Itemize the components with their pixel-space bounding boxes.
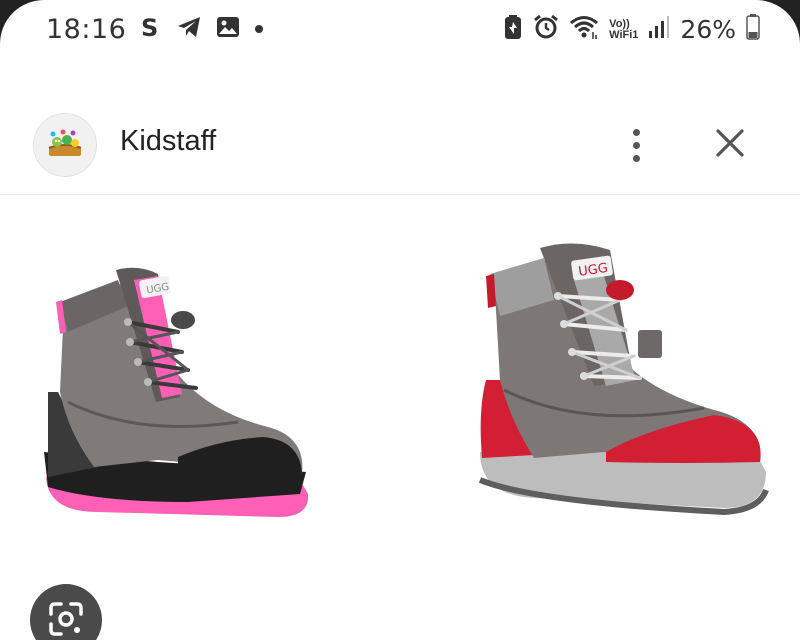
status-right: Vo)) WiFi1 26% xyxy=(503,14,760,45)
vowifi-icon: Vo)) WiFi1 xyxy=(609,17,639,41)
alarm-icon xyxy=(533,14,559,45)
close-button[interactable] xyxy=(706,119,754,167)
status-left: 18:16 S xyxy=(46,14,264,45)
product-image[interactable]: UGG UGG xyxy=(0,196,800,640)
more-options-button[interactable] xyxy=(618,121,654,169)
signal-icon xyxy=(648,15,670,44)
boot-right-red: UGG xyxy=(478,243,769,516)
vowifi-top-label: Vo)) xyxy=(609,17,630,30)
battery-percent: 26% xyxy=(680,15,736,44)
close-icon xyxy=(716,129,744,157)
boot-left-pink: UGG xyxy=(44,267,309,517)
app-title: Kidstaff xyxy=(120,125,217,157)
wifi-icon xyxy=(569,14,599,45)
clock: 18:16 xyxy=(46,14,127,45)
vowifi-bottom-label: WiFi1 xyxy=(609,28,639,41)
app-logo[interactable] xyxy=(33,113,97,177)
more-vert-icon xyxy=(632,128,640,136)
gallery-icon xyxy=(216,15,240,44)
more-vert-icon-dot xyxy=(632,141,640,149)
status-bar: 18:16 S Vo)) WiFi1 26% xyxy=(0,0,800,62)
battery-icon xyxy=(746,14,760,45)
telegram-icon xyxy=(176,15,202,44)
skype-icon: S xyxy=(140,14,162,44)
app-header: Kidstaff xyxy=(0,95,800,195)
google-lens-icon xyxy=(49,602,83,636)
more-vert-icon-dot xyxy=(632,154,640,162)
screen: 18:16 S Vo)) WiFi1 26% Kidstaff UGG UGG xyxy=(0,0,800,640)
dot-icon xyxy=(254,21,264,39)
battery-saver-icon xyxy=(503,14,523,45)
svg-text:S: S xyxy=(141,15,158,39)
